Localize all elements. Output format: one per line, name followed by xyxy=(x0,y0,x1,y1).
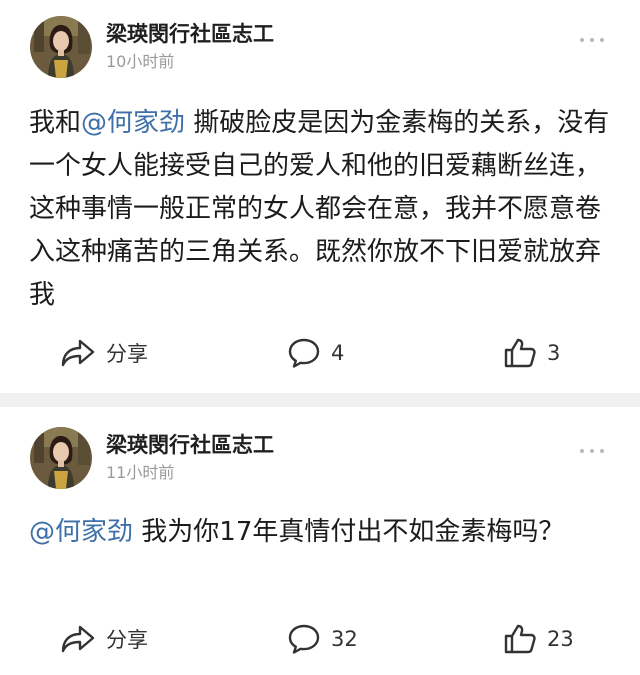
post-header: 梁瑛閔行社區志工 11小时前 xyxy=(30,427,274,489)
post-meta: 梁瑛閔行社區志工 11小时前 xyxy=(106,431,274,485)
share-label: 分享 xyxy=(106,342,148,366)
avatar[interactable] xyxy=(30,16,92,78)
post-text: 撕破脸皮是因为金素梅的关系，没有一个女人能接受自己的爱人和他的旧爱藕断丝连，这种… xyxy=(29,108,610,310)
post-time: 10小时前 xyxy=(106,52,175,71)
comment-count: 4 xyxy=(331,341,345,365)
like-button[interactable]: 23 xyxy=(503,614,574,664)
post-separator xyxy=(0,393,640,407)
dot xyxy=(580,38,584,42)
share-button[interactable]: 分享 xyxy=(60,614,148,664)
more-dots-icon[interactable] xyxy=(580,449,604,453)
comment-button[interactable]: 4 xyxy=(287,328,344,378)
share-arrow-icon xyxy=(60,624,96,654)
like-count: 3 xyxy=(547,341,561,365)
dot xyxy=(600,38,604,42)
dot xyxy=(590,449,594,453)
post-content: 我和@何家劲 撕破脸皮是因为金素梅的关系，没有一个女人能接受自己的爱人和他的旧爱… xyxy=(29,108,610,310)
post-card: 梁瑛閔行社區志工 10小时前 我和@何家劲 撕破脸皮是因为金素梅的关系，没有一个… xyxy=(0,0,640,393)
author-name[interactable]: 梁瑛閔行社區志工 xyxy=(106,431,274,459)
more-dots-icon[interactable] xyxy=(580,38,604,42)
share-arrow-icon xyxy=(60,338,96,368)
speech-bubble-icon xyxy=(287,337,321,369)
dot xyxy=(600,449,604,453)
post-time: 11小时前 xyxy=(106,463,175,482)
mention-link[interactable]: @何家劲 xyxy=(29,517,133,547)
author-name[interactable]: 梁瑛閔行社區志工 xyxy=(106,20,274,48)
speech-bubble-icon xyxy=(287,623,321,655)
comment-button[interactable]: 32 xyxy=(287,614,358,664)
thumbs-up-icon xyxy=(503,337,537,369)
thumbs-up-icon xyxy=(503,623,537,655)
share-label: 分享 xyxy=(106,628,148,652)
post-header: 梁瑛閔行社區志工 10小时前 xyxy=(30,16,274,78)
action-bar: 分享 4 3 xyxy=(0,328,640,378)
mention-link[interactable]: @何家劲 xyxy=(81,108,185,138)
dot xyxy=(590,38,594,42)
action-bar: 分享 32 23 xyxy=(0,614,640,664)
dot xyxy=(580,449,584,453)
post-content: @何家劲 我为你17年真情付出不如金素梅吗？ xyxy=(29,511,614,554)
like-count: 23 xyxy=(547,627,574,651)
comment-count: 32 xyxy=(331,627,358,651)
share-button[interactable]: 分享 xyxy=(60,328,148,378)
avatar[interactable] xyxy=(30,427,92,489)
post-card: 梁瑛閔行社區志工 11小时前 @何家劲 我为你17年真情付出不如金素梅吗？ 分享… xyxy=(0,407,640,675)
post-meta: 梁瑛閔行社區志工 10小时前 xyxy=(106,20,274,74)
like-button[interactable]: 3 xyxy=(503,328,560,378)
post-text: 我为你17年真情付出不如金素梅吗？ xyxy=(133,517,565,547)
